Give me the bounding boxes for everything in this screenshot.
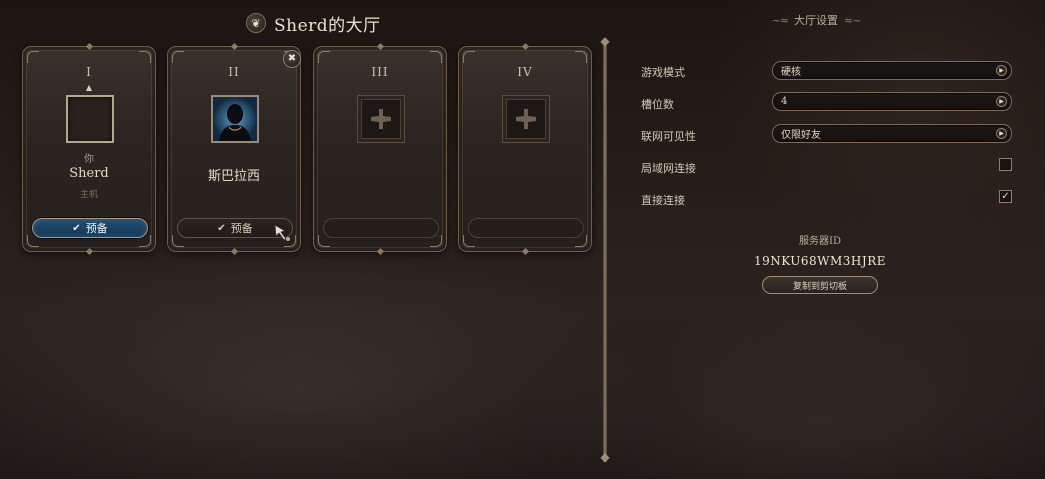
player-name: 斯巴拉西: [207, 169, 260, 184]
frame-notch: [521, 247, 529, 256]
online-visibility-value: 仅限好友: [781, 130, 821, 141]
frame-notch: [521, 42, 529, 51]
player-avatar[interactable]: [211, 95, 259, 143]
server-id-value: 19NKU68WM3HJRE: [753, 254, 886, 268]
slots-label: 槽位数: [641, 98, 674, 111]
divider-ornament-icon: ◆: [600, 34, 610, 48]
game-mode-label: 游戏模式: [641, 66, 685, 79]
slots-value: 4: [781, 96, 788, 107]
frame-corner: [139, 51, 151, 63]
checkmark-icon: ✔: [72, 222, 81, 234]
frame-notch: [230, 247, 238, 256]
frame-notch: [230, 42, 238, 51]
frame-notch: [85, 42, 93, 51]
ready-label: 预备: [85, 222, 108, 235]
lobby-title: Sherd的大厅: [274, 15, 381, 36]
server-id-label: 服务器ID: [799, 236, 841, 247]
player-slot-3[interactable]: III: [313, 42, 447, 256]
frame-notch: [376, 42, 384, 51]
divider-ornament-icon: ◆: [600, 450, 610, 464]
frame-corner: [463, 51, 475, 63]
player-portrait[interactable]: [66, 95, 114, 143]
slot-numeral: I: [86, 65, 92, 79]
lobby-header: ❦ Sherd的大厅: [246, 10, 381, 36]
gauntlet-cursor-icon: [274, 224, 290, 241]
chevron-right-icon: ▶: [996, 128, 1007, 139]
player-name: Sherd: [69, 166, 109, 181]
player-role: 你: [84, 154, 94, 165]
lan-label: 局域网连接: [641, 162, 696, 175]
online-visibility-label: 联网可见性: [641, 130, 696, 143]
frame-corner: [27, 51, 39, 63]
frame-corner: [318, 51, 330, 63]
frame-notch: [376, 247, 384, 256]
chevron-right-icon: ▶: [996, 96, 1007, 107]
frame-corner: [172, 51, 184, 63]
host-crown-icon: ▲: [85, 83, 93, 92]
chevron-right-icon: ▶: [996, 65, 1007, 76]
open-slot-frame[interactable]: [502, 95, 550, 143]
panel-divider: [603, 40, 607, 462]
slot-numeral: II: [228, 65, 240, 79]
flourish-right-icon: ≈~: [844, 13, 861, 27]
open-slot-frame[interactable]: [357, 95, 405, 143]
lan-checkbox[interactable]: [999, 158, 1012, 171]
game-mode-value: 硬核: [781, 67, 801, 78]
frame-corner: [575, 51, 587, 63]
player-slot-2: ✖ II 斯巴拉西 ✔ 预备: [167, 42, 301, 256]
slot-numeral: IV: [517, 65, 533, 79]
player-slot-1: I ▲ 你 Sherd 主机 ✔ 预备: [22, 42, 156, 256]
checkmark-icon: ✓: [1001, 190, 1010, 202]
settings-title-text: 大厅设置: [794, 14, 838, 27]
close-icon: ✖: [287, 53, 297, 64]
character-silhouette-icon: [213, 97, 257, 141]
ready-button[interactable]: ✔ 预备: [32, 218, 148, 238]
empty-ready-slot: [468, 218, 584, 238]
slots-dropdown[interactable]: 4 ▶: [772, 92, 1012, 111]
ready-label: 预备: [230, 222, 253, 235]
frame-corner: [430, 51, 442, 63]
copy-to-clipboard-button[interactable]: 复制到剪切板: [762, 276, 878, 294]
settings-title: ~≈ 大厅设置 ≈~: [762, 10, 870, 30]
slot-numeral: III: [371, 65, 389, 79]
flourish-left-icon: ~≈: [771, 13, 789, 27]
direct-connect-checkbox[interactable]: ✓: [999, 190, 1012, 203]
checkmark-icon: ✔: [217, 222, 226, 234]
copy-button-label: 复制到剪切板: [792, 281, 847, 292]
feather-icon: ❦: [246, 13, 266, 33]
game-mode-dropdown[interactable]: 硬核 ▶: [772, 61, 1012, 80]
cross-icon: [516, 109, 536, 129]
frame-notch: [85, 247, 93, 256]
player-slot-4[interactable]: IV: [458, 42, 592, 256]
cross-icon: [371, 109, 391, 129]
online-visibility-dropdown[interactable]: 仅限好友 ▶: [772, 124, 1012, 143]
direct-connect-label: 直接连接: [641, 194, 685, 207]
player-host-label: 主机: [79, 190, 98, 200]
empty-ready-slot: [323, 218, 439, 238]
